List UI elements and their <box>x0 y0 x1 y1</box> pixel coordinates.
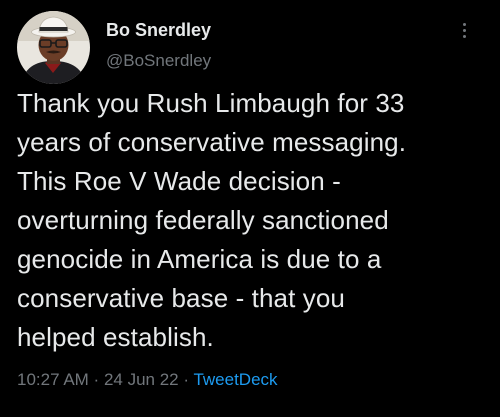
author-handle[interactable]: @BoSnerdley <box>106 51 211 71</box>
more-dot <box>463 35 466 38</box>
tweet-source-link[interactable]: TweetDeck <box>193 370 277 389</box>
author-name[interactable]: Bo Snerdley <box>106 20 211 41</box>
tweet-date[interactable]: 24 Jun 22 <box>104 370 179 389</box>
meta-separator: · <box>178 370 194 389</box>
meta-separator: · <box>88 370 104 389</box>
tweet-meta: 10:27 AM · 24 Jun 22 · TweetDeck <box>17 370 278 390</box>
more-dot <box>463 23 466 26</box>
more-vertical-icon[interactable] <box>455 18 475 44</box>
tweet-card: Bo Snerdley @BoSnerdley Thank you Rush L… <box>0 0 500 417</box>
more-dot <box>463 29 466 32</box>
tweet-time[interactable]: 10:27 AM <box>17 370 89 389</box>
tweet-text: Thank you Rush Limbaugh for 33 years of … <box>17 88 407 352</box>
avatar[interactable] <box>17 11 90 84</box>
avatar-image <box>17 11 90 84</box>
